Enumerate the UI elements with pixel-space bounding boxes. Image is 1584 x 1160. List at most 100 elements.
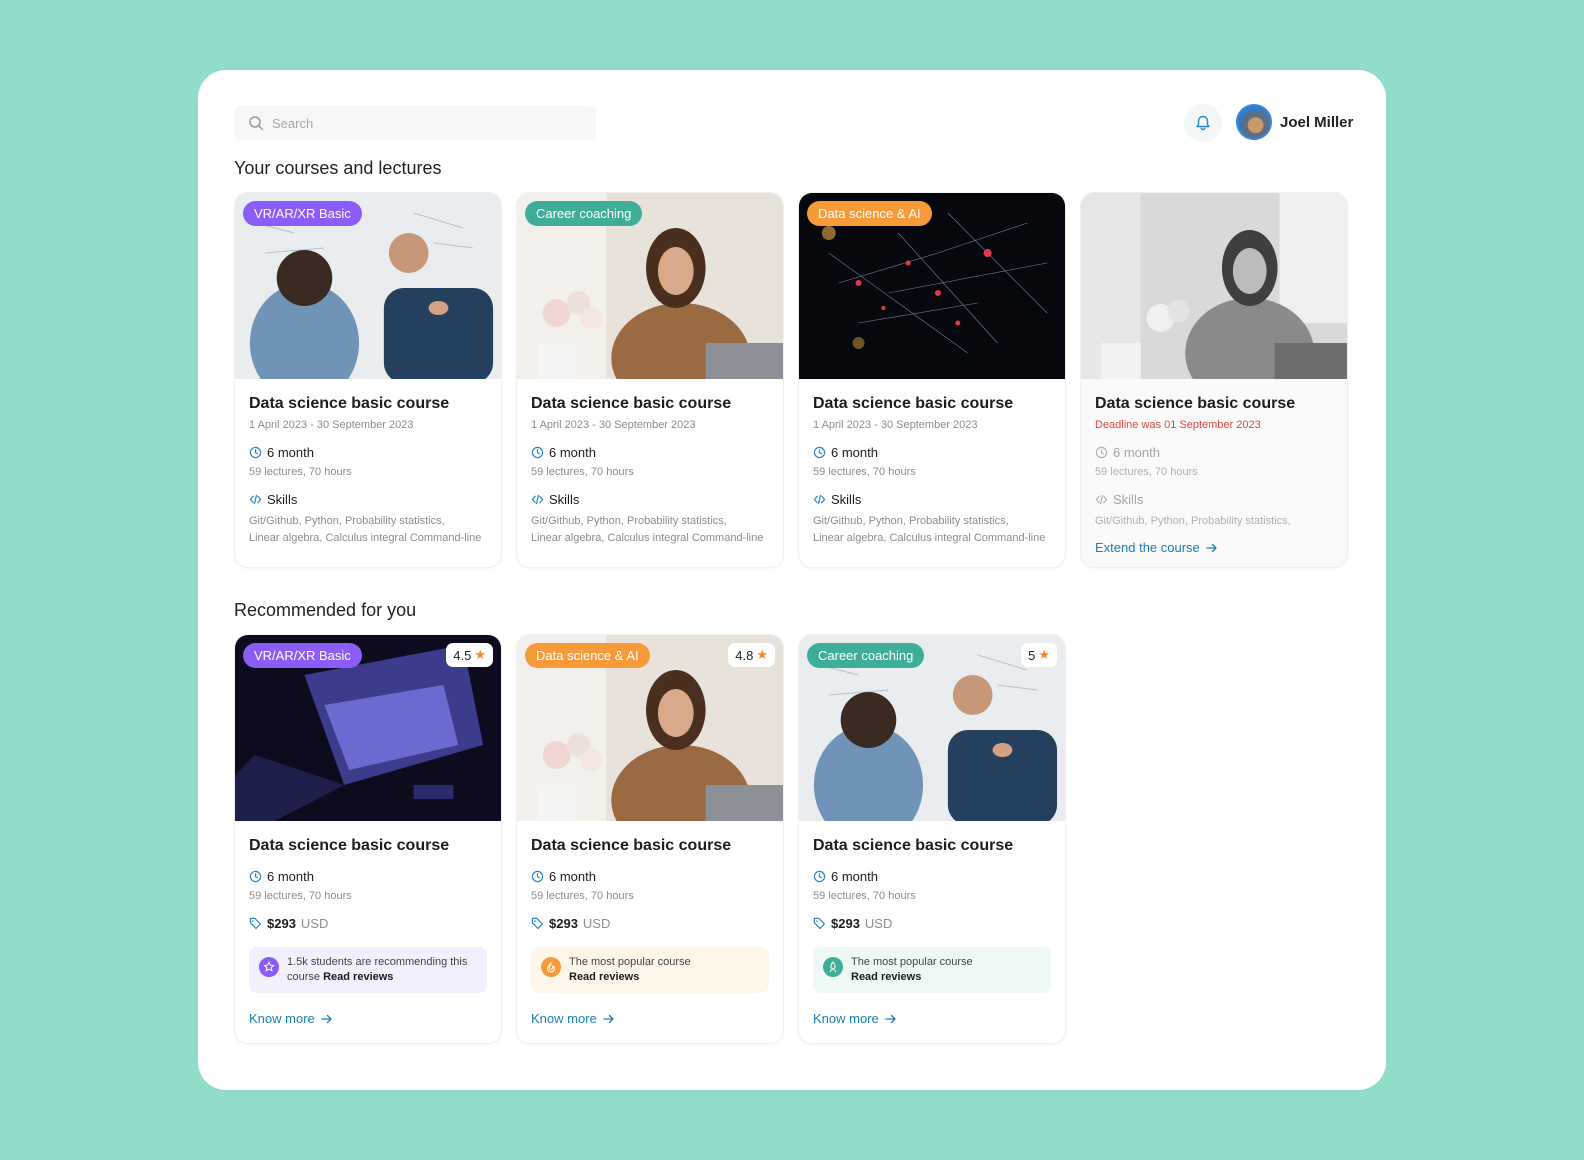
code-icon bbox=[813, 494, 826, 505]
course-title: Data science basic course bbox=[531, 395, 732, 412]
category-badge: Career coaching bbox=[525, 201, 643, 226]
bell-icon bbox=[1196, 115, 1210, 131]
duration: 6 month bbox=[813, 869, 1051, 884]
rating-badge: 4.8 ★ bbox=[728, 643, 775, 667]
code-icon bbox=[531, 494, 544, 505]
rocket-icon bbox=[823, 957, 843, 977]
tag-icon bbox=[813, 917, 826, 930]
know-more-link[interactable]: Know more bbox=[813, 1011, 897, 1026]
recommended-card[interactable]: VR/AR/XR Basic 4.5 ★ Data science basic c… bbox=[234, 634, 502, 1044]
clock-icon bbox=[531, 870, 544, 883]
tag-icon bbox=[249, 917, 262, 930]
search-bar[interactable] bbox=[234, 106, 596, 140]
rating-badge: 4.5 ★ bbox=[446, 643, 493, 667]
read-reviews-link[interactable]: Read reviews bbox=[323, 971, 393, 983]
course-title: Data science basic course bbox=[531, 837, 732, 854]
arrow-right-icon bbox=[1206, 543, 1217, 552]
clock-icon bbox=[813, 870, 826, 883]
notifications-button[interactable] bbox=[1184, 104, 1222, 142]
course-card[interactable]: VR/AR/XR Basic Data science basic course… bbox=[234, 192, 502, 568]
course-title: Data science basic course bbox=[813, 395, 1014, 412]
tag-icon bbox=[531, 917, 544, 930]
lectures-info: 59 lectures, 70 hours bbox=[249, 890, 352, 902]
lectures-info: 59 lectures, 70 hours bbox=[531, 466, 634, 478]
promo-box: The most popular course Read reviews bbox=[813, 947, 1051, 993]
course-title: Data science basic course bbox=[1095, 395, 1296, 412]
duration: 6 month bbox=[249, 869, 487, 884]
lectures-info: 59 lectures, 70 hours bbox=[1095, 466, 1198, 478]
skills-list: Git/Github, Python, Probability statisti… bbox=[1095, 515, 1291, 527]
read-reviews-link[interactable]: Read reviews bbox=[851, 971, 921, 983]
know-more-link[interactable]: Know more bbox=[249, 1011, 333, 1026]
arrow-right-icon bbox=[885, 1014, 896, 1023]
duration: 6 month bbox=[813, 445, 1051, 460]
lectures-info: 59 lectures, 70 hours bbox=[531, 890, 634, 902]
know-more-link[interactable]: Know more bbox=[531, 1011, 615, 1026]
price: $293 USD bbox=[249, 916, 487, 931]
code-icon bbox=[1095, 494, 1108, 505]
promo-box: 1.5k students are recommending this cour… bbox=[249, 947, 487, 993]
course-dates: 1 April 2023 - 30 September 2023 bbox=[249, 419, 414, 431]
star-icon: ★ bbox=[756, 647, 768, 662]
category-badge: Data science & AI bbox=[525, 643, 650, 668]
fire-icon bbox=[541, 957, 561, 977]
category-badge: VR/AR/XR Basic bbox=[243, 201, 362, 226]
clock-icon bbox=[249, 446, 262, 459]
duration: 6 month bbox=[531, 869, 769, 884]
code-icon bbox=[249, 494, 262, 505]
skills-heading: Skills bbox=[531, 492, 769, 507]
skills-list: Git/Github, Python, Probability statisti… bbox=[249, 515, 482, 544]
skills-heading: Skills bbox=[249, 492, 487, 507]
course-title: Data science basic course bbox=[249, 395, 450, 412]
skills-heading: Skills bbox=[1095, 492, 1333, 507]
course-title: Data science basic course bbox=[813, 837, 1014, 854]
clock-icon bbox=[531, 446, 544, 459]
recommended-row: VR/AR/XR Basic 4.5 ★ Data science basic c… bbox=[234, 634, 1066, 1044]
category-badge: VR/AR/XR Basic bbox=[243, 643, 362, 668]
courses-section-title: Your courses and lectures bbox=[234, 158, 442, 178]
deadline-text: Deadline was 01 September 2023 bbox=[1095, 419, 1261, 431]
recommended-card[interactable]: Data science & AI 4.8 ★ Data science basi… bbox=[516, 634, 784, 1044]
read-reviews-link[interactable]: Read reviews bbox=[569, 971, 639, 983]
lectures-info: 59 lectures, 70 hours bbox=[813, 890, 916, 902]
category-badge: Data science & AI bbox=[807, 201, 932, 226]
course-title: Data science basic course bbox=[249, 837, 450, 854]
recommended-card[interactable]: Career coaching 5 ★ Data science basic co… bbox=[798, 634, 1066, 1044]
clock-icon bbox=[249, 870, 262, 883]
clock-icon bbox=[813, 446, 826, 459]
promo-box: The most popular course Read reviews bbox=[531, 947, 769, 993]
course-thumbnail: Data science & AI bbox=[799, 193, 1065, 379]
price: $293 USD bbox=[531, 916, 769, 931]
star-icon: ★ bbox=[1038, 647, 1050, 662]
arrow-right-icon bbox=[321, 1014, 332, 1023]
user-name: Joel Miller bbox=[1280, 113, 1354, 131]
course-card[interactable]: Career coaching Data science basic cours… bbox=[516, 192, 784, 568]
rating-badge: 5 ★ bbox=[1021, 643, 1057, 667]
price: $293 USD bbox=[813, 916, 1051, 931]
search-icon bbox=[249, 116, 264, 131]
lectures-info: 59 lectures, 70 hours bbox=[249, 466, 352, 478]
course-dates: 1 April 2023 - 30 September 2023 bbox=[531, 419, 696, 431]
user-menu[interactable]: Joel Miller bbox=[1236, 104, 1353, 140]
course-thumbnail: VR/AR/XR Basic 4.5 ★ bbox=[235, 635, 501, 821]
duration: 6 month bbox=[249, 445, 487, 460]
skills-list: Git/Github, Python, Probability statisti… bbox=[531, 515, 764, 544]
arrow-right-icon bbox=[603, 1014, 614, 1023]
course-card[interactable]: Data science & AI Data science basic cou… bbox=[798, 192, 1066, 568]
course-card-expired[interactable]: Data science basic course Deadline was 0… bbox=[1080, 192, 1348, 568]
duration: 6 month bbox=[531, 445, 769, 460]
courses-row: VR/AR/XR Basic Data science basic course… bbox=[234, 192, 1348, 568]
course-dates: 1 April 2023 - 30 September 2023 bbox=[813, 419, 978, 431]
star-icon: ★ bbox=[474, 647, 486, 662]
course-thumbnail: Career coaching 5 ★ bbox=[799, 635, 1065, 821]
avatar[interactable] bbox=[1236, 104, 1272, 140]
search-input[interactable] bbox=[272, 115, 572, 131]
duration: 6 month bbox=[1095, 445, 1333, 460]
course-thumbnail: Career coaching bbox=[517, 193, 783, 379]
skills-heading: Skills bbox=[813, 492, 1051, 507]
course-thumbnail: VR/AR/XR Basic bbox=[235, 193, 501, 379]
star-circle-icon bbox=[259, 957, 279, 977]
app-frame: Joel Miller Your courses and lectures VR… bbox=[198, 70, 1386, 1090]
extend-course-link[interactable]: Extend the course bbox=[1095, 540, 1218, 555]
category-badge: Career coaching bbox=[807, 643, 925, 668]
